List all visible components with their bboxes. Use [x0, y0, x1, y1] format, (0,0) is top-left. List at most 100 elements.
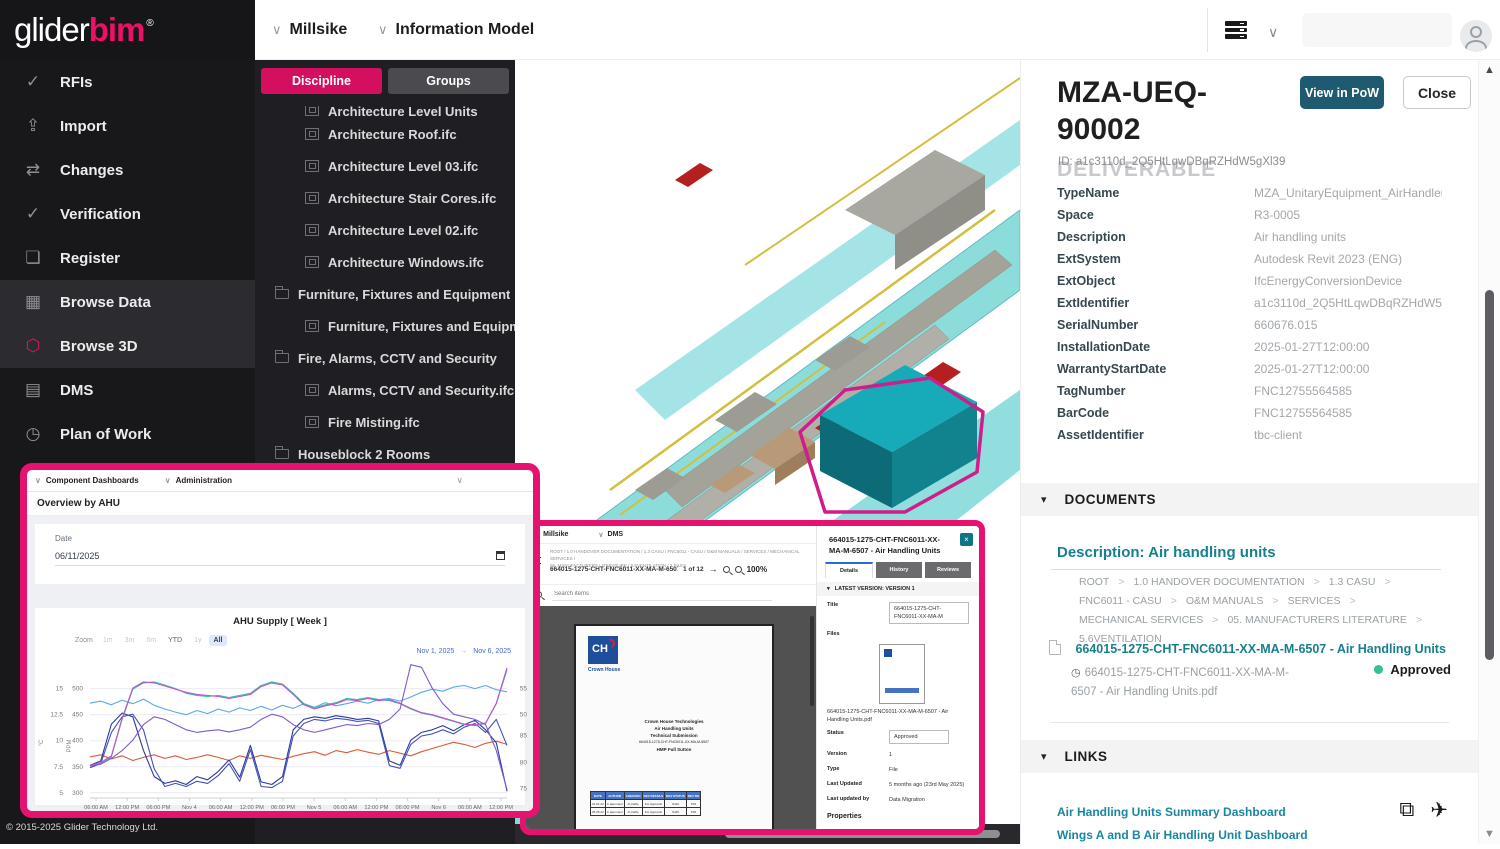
- file-list-item[interactable]: Furniture, Fixtures and Equipment: [255, 278, 515, 310]
- section-dropdown[interactable]: ∨ Information Model: [378, 0, 534, 60]
- document-viewer-overlay-window[interactable]: ∨ Millsike ∨ DMS ROOT / 1.0 HANDOVER DOC…: [520, 520, 985, 835]
- ahu-supply-chart[interactable]: 1550012.5450104007.535053005550858075°CP…: [35, 648, 533, 818]
- tab-dms[interactable]: ∨ DMS: [598, 531, 623, 539]
- property-row: ExtObjectIfcEnergyConversionDevice: [1057, 270, 1442, 292]
- breadcrumb-item[interactable]: SERVICES: [1288, 595, 1341, 607]
- file-list-item-label: Fire Misting.ifc: [328, 415, 420, 430]
- page-scrollbar[interactable]: ▲ ▼: [1478, 60, 1500, 844]
- tab-details[interactable]: Details: [825, 562, 873, 578]
- title-field-value[interactable]: 664015-1275-CHT-FNC6011-XX-MA-M: [889, 602, 969, 624]
- detail-field-row: TypeFile: [827, 766, 969, 774]
- file-list-item[interactable]: Architecture Roof.ifc: [255, 118, 515, 150]
- scroll-down-arrow-icon[interactable]: ▼: [1484, 828, 1495, 840]
- copy-icon[interactable]: ⧉: [1399, 798, 1414, 823]
- file-list-item[interactable]: Architecture Stair Cores.ifc: [255, 182, 515, 214]
- sidebar-item-changes[interactable]: ⇄Changes: [0, 148, 255, 192]
- field-value: Data Migration: [889, 796, 925, 804]
- breadcrumb-item[interactable]: 1.0 HANDOVER DOCUMENTATION: [1133, 576, 1304, 588]
- property-value: 2025-01-27T12:00:00: [1254, 340, 1442, 354]
- tab-discipline[interactable]: Discipline: [261, 68, 382, 94]
- ifc-file-icon: [305, 128, 319, 140]
- tab-history[interactable]: History: [876, 562, 922, 578]
- pdf-canvas[interactable]: CH Crown House Crown House TechnologiesA…: [526, 606, 816, 829]
- dms-icon: ▤: [22, 380, 44, 400]
- chevron-down-icon: ∨: [598, 531, 603, 539]
- chevron-down-icon[interactable]: ∨: [456, 475, 463, 486]
- documents-section-header[interactable]: ▾ DOCUMENTS: [1021, 483, 1479, 516]
- latest-version-section[interactable]: ▾ LATEST VERSION: VERSION 1: [817, 582, 979, 596]
- file-list-item[interactable]: Alarms, CCTV and Security.ifc: [255, 374, 515, 406]
- breadcrumb-item[interactable]: FNC6011 - CASU: [1079, 595, 1162, 607]
- search-input[interactable]: [552, 588, 772, 601]
- zoom-button-1m[interactable]: 1m: [98, 635, 118, 646]
- breadcrumb-item[interactable]: O&M MANUALS: [1186, 595, 1264, 607]
- date-input[interactable]: 06/11/2025: [55, 551, 505, 566]
- file-thumbnail[interactable]: [879, 644, 925, 704]
- pdf-scrollbar-thumb[interactable]: [810, 616, 814, 706]
- dashboard-link[interactable]: Air Handling Units Summary Dashboard: [1057, 805, 1308, 819]
- zoom-out-icon[interactable]: [723, 566, 730, 573]
- zoom-button-3m[interactable]: 3m: [120, 635, 140, 646]
- sidebar-item-dms[interactable]: ▤DMS: [0, 368, 255, 412]
- page-indicator: 1 of 12: [683, 566, 704, 573]
- next-page-arrow-icon[interactable]: →: [709, 564, 718, 574]
- tab-groups[interactable]: Groups: [388, 68, 509, 94]
- chevron-down-icon: ∨: [378, 22, 388, 38]
- breadcrumb-item[interactable]: 05. MANUFACTURERS LITERATURE: [1227, 614, 1407, 626]
- project-dropdown[interactable]: ∨ Millsike: [272, 0, 347, 60]
- zoom-label: Zoom: [75, 637, 93, 644]
- sidebar-item-plan-of-work[interactable]: ◷Plan of Work: [0, 412, 255, 456]
- chevron-down-icon: ∨: [272, 22, 282, 38]
- scroll-up-arrow-icon[interactable]: ▲: [1484, 64, 1495, 76]
- file-list-item[interactable]: Fire, Alarms, CCTV and Security: [255, 342, 515, 374]
- file-list-item-label: Architecture Level 02.ifc: [328, 223, 478, 238]
- file-list-item[interactable]: Architecture Level 03.ifc: [255, 150, 515, 182]
- ifc-file-icon: [305, 384, 319, 396]
- calendar-icon[interactable]: [496, 551, 505, 560]
- tab-administration[interactable]: ∨ Administration: [165, 476, 232, 485]
- file-list-item[interactable]: Architecture Windows.ifc: [255, 246, 515, 278]
- svg-text:12:00 PM: 12:00 PM: [240, 805, 264, 811]
- chart-date-range[interactable]: Nov 1, 2025→Nov 6, 2025: [417, 648, 512, 655]
- zoom-button-1y[interactable]: 1y: [189, 635, 206, 646]
- dashboard-overlay-window[interactable]: ∨ Component Dashboards ∨ Administration …: [20, 463, 540, 818]
- pdf-revision-table: DATEAUTHORCHECKEDREV DETAILSREV STATUSRE…: [590, 791, 701, 816]
- send-plane-icon[interactable]: ✈: [1430, 798, 1448, 823]
- dashboard-link[interactable]: Wings A and B Air Handling Unit Dashboar…: [1057, 828, 1308, 842]
- document-item[interactable]: 664015-1275-CHT-FNC6011-XX-MA-M-6507 - A…: [1049, 640, 1469, 702]
- sidebar-item-browse-3d[interactable]: ⬡Browse 3D: [0, 324, 255, 368]
- sidebar-item-rfis[interactable]: ✓RFIs: [0, 60, 255, 104]
- sidebar-item-register[interactable]: ❏Register: [0, 236, 255, 280]
- scrollbar-thumb[interactable]: [1485, 290, 1494, 660]
- file-list-item[interactable]: Furniture, Fixtures and Equipme: [255, 310, 515, 342]
- close-icon[interactable]: ×: [960, 533, 973, 546]
- environment-stack-icon[interactable]: [1225, 21, 1247, 39]
- field-label: Status: [827, 730, 889, 744]
- links-section-header[interactable]: ▾ LINKS: [1021, 740, 1479, 773]
- property-key: AssetIdentifier: [1057, 428, 1254, 442]
- file-list-item[interactable]: Architecture Level 02.ifc: [255, 214, 515, 246]
- zoom-button-6m[interactable]: 6m: [141, 635, 161, 646]
- app-logo[interactable]: gliderbim®: [0, 0, 255, 60]
- zoom-button-all[interactable]: All: [209, 635, 228, 646]
- close-button[interactable]: Close: [1403, 76, 1471, 109]
- breadcrumb-item[interactable]: ROOT: [1079, 576, 1109, 588]
- sidebar-item-import[interactable]: ⇪Import: [0, 104, 255, 148]
- file-list-item[interactable]: Architecture Level Units: [255, 106, 515, 118]
- chevron-down-icon[interactable]: ∨: [1268, 24, 1278, 41]
- breadcrumb-item[interactable]: MECHANICAL SERVICES: [1079, 614, 1203, 626]
- sidebar-item-browse-data[interactable]: ▦Browse Data: [0, 280, 255, 324]
- user-avatar[interactable]: [1460, 20, 1492, 52]
- zoom-button-ytd[interactable]: YTD: [163, 635, 187, 646]
- breadcrumb-item[interactable]: 1.3 CASU: [1329, 576, 1376, 588]
- tab-reviews[interactable]: Reviews: [925, 562, 971, 578]
- zoom-in-icon[interactable]: [735, 566, 742, 573]
- file-list-item[interactable]: Fire Misting.ifc: [255, 406, 515, 438]
- sidebar-item-verification[interactable]: ✓Verification: [0, 192, 255, 236]
- tab-component-dashboards[interactable]: ∨ Component Dashboards: [35, 476, 139, 485]
- document-toolbar: ROOT / 1.0 HANDOVER DOCUMENTATION / 1.3 …: [526, 544, 816, 584]
- field-label: Last updated by: [827, 796, 889, 804]
- document-link[interactable]: 664015-1275-CHT-FNC6011-XX-MA-M-6507 - A…: [1075, 642, 1445, 656]
- svg-text:Nov 6: Nov 6: [431, 805, 446, 811]
- view-in-pow-button[interactable]: View in PoW: [1300, 76, 1384, 109]
